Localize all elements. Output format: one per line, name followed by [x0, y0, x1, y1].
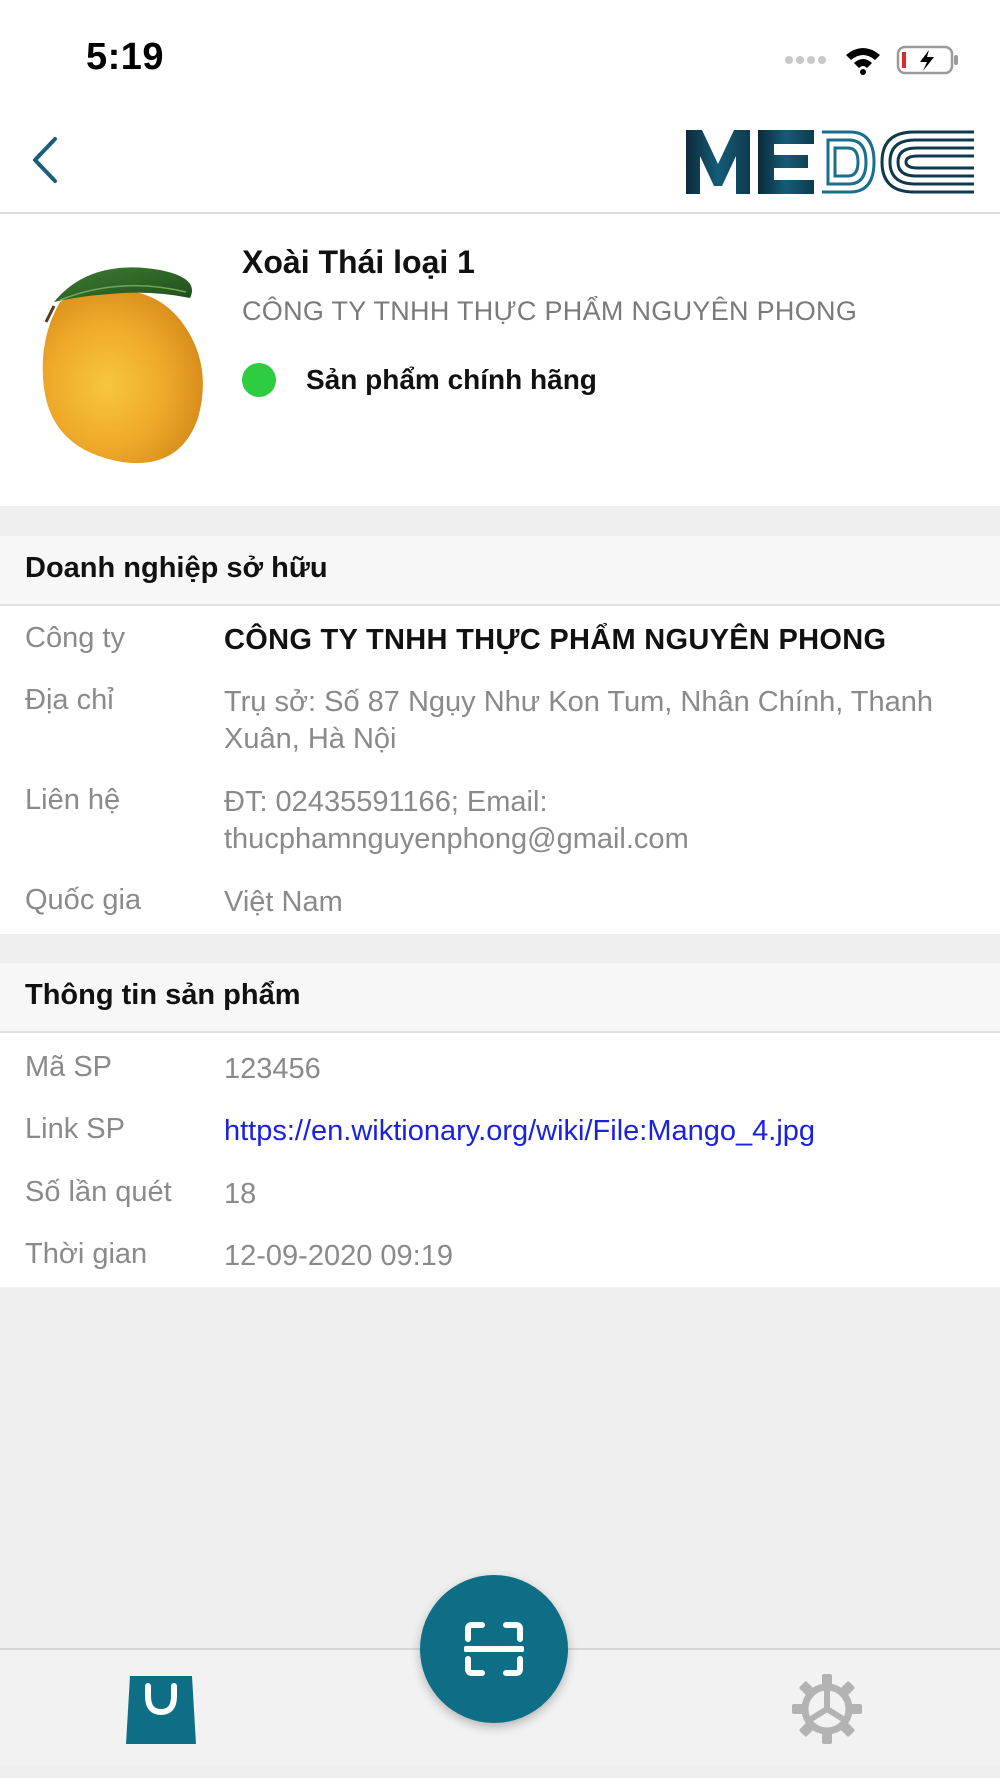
product-image [42, 267, 203, 464]
wifi-icon [846, 48, 880, 75]
info-label: Địa chỉ [25, 684, 114, 716]
owner-section-body: Công ty CÔNG TY TNHH THỰC PHẨM NGUYÊN PH… [0, 606, 1000, 934]
address-value: Trụ sở: Số 87 Ngụy Như Kon Tum, Nhân Chí… [224, 686, 934, 755]
product-section-header: Thông tin sản phẩm [0, 963, 1000, 1033]
product-section-title: Thông tin sản phẩm [25, 979, 301, 1011]
status-icons [784, 40, 960, 80]
scan-icon [464, 1622, 524, 1676]
info-label: Liên hệ [25, 784, 121, 816]
product-card: Xoài Thái loại 1 CÔNG TY TNHH THỰC PHẨM … [0, 214, 1000, 506]
product-section-body: Mã SP 123456 Link SP https://en.wiktiona… [0, 1033, 1000, 1287]
scan-count-value: 18 [224, 1178, 257, 1210]
status-bar: 5:19 [0, 0, 1000, 110]
country-value: Việt Nam [224, 886, 343, 918]
company-value: CÔNG TY TNHH THỰC PHẨM NGUYÊN PHONG [224, 624, 887, 656]
chevron-left-icon [33, 137, 57, 183]
info-label: Thời gian [25, 1238, 148, 1270]
tab-products[interactable] [124, 1672, 198, 1746]
shopping-bag-icon [126, 1676, 196, 1744]
info-label: Quốc gia [25, 884, 142, 916]
medc-logo [686, 130, 974, 194]
signal-icon [785, 56, 826, 64]
status-time: 5:19 [86, 36, 165, 78]
nav-bar [0, 110, 1000, 214]
battery-icon [896, 45, 958, 75]
tab-settings[interactable] [790, 1672, 864, 1746]
gear-icon [792, 1674, 862, 1744]
info-label: Link SP [25, 1113, 125, 1145]
time-value: 12-09-2020 09:19 [224, 1240, 453, 1272]
status-dot-icon [242, 363, 276, 397]
code-value: 123456 [224, 1053, 321, 1085]
info-label: Mã SP [25, 1051, 113, 1083]
product-name: Xoài Thái loại 1 [242, 244, 475, 280]
contact-value: ĐT: 02435591166; Email: thucphamnguyenph… [224, 786, 689, 855]
authenticity-status: Sản phẩm chính hãng [242, 360, 597, 400]
product-link[interactable]: https://en.wiktionary.org/wiki/File:Mang… [224, 1113, 964, 1150]
info-label: Số lần quét [25, 1176, 172, 1208]
back-button[interactable] [14, 130, 74, 190]
owner-section-header: Doanh nghiệp sở hữu [0, 536, 1000, 606]
product-company: CÔNG TY TNHH THỰC PHẨM NGUYÊN PHONG [242, 296, 858, 326]
scan-button[interactable] [420, 1575, 568, 1723]
home-indicator-area [0, 1766, 1000, 1778]
info-label: Công ty [25, 622, 125, 654]
owner-section-title: Doanh nghiệp sở hữu [25, 552, 328, 584]
authenticity-label: Sản phẩm chính hãng [306, 364, 597, 395]
